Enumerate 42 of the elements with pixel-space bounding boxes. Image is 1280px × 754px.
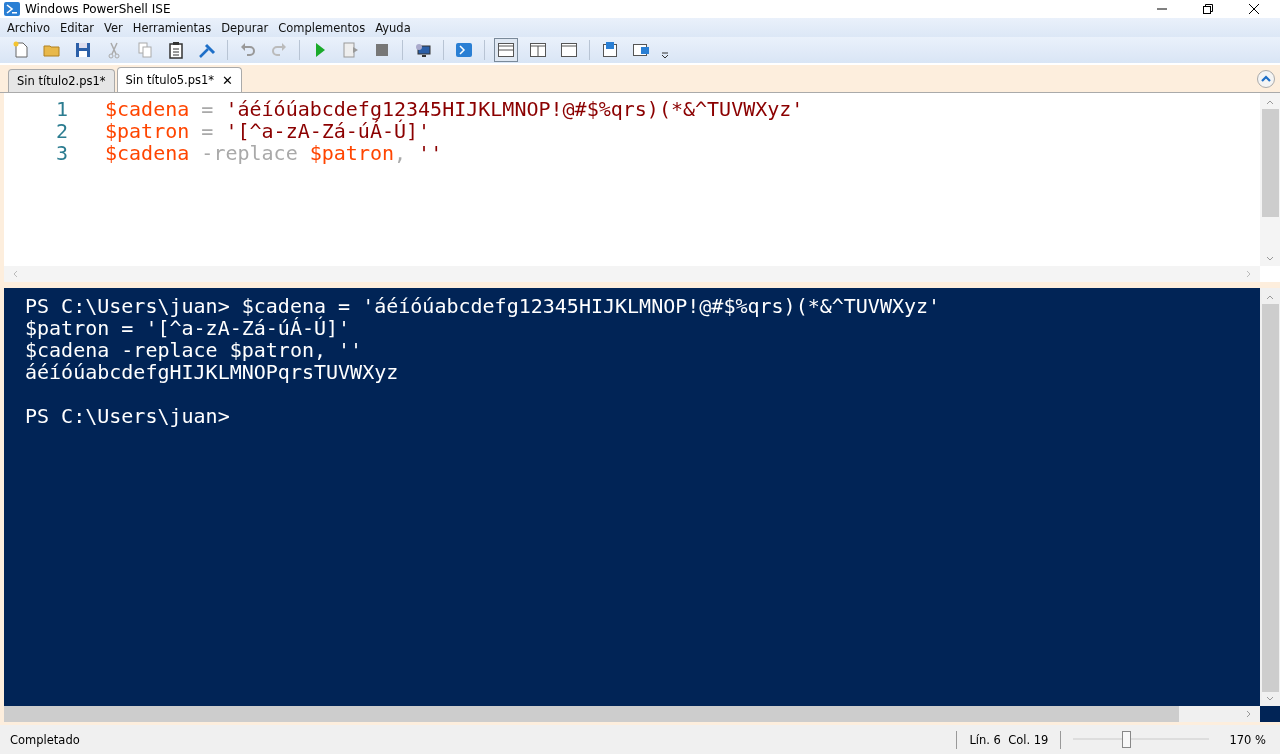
- console-pane[interactable]: PS C:\Users\juan> $cadena = 'áéíóúabcdefg12345HIJKLMNOP!@#$%qrs)(*&^TUVWXyz' $patron = '[^a-zA-Zá-úÁ-Ú]' $cadena -replace $patron, '' áéíóúabcdefgHIJKLMNOPqrsTUVWXyz PS C:\Users\juan>: [0, 288, 1280, 722]
- restore-icon[interactable]: [1202, 3, 1214, 15]
- code-line: $cadena -replace $patron, '': [105, 142, 443, 164]
- cursor-position: Lín. 6 Col. 19: [969, 732, 1049, 747]
- console-line: $cadena -replace $patron, '': [25, 338, 363, 362]
- close-tab-icon[interactable]: ✕: [222, 72, 233, 88]
- collapse-icon[interactable]: [1256, 69, 1276, 89]
- scroll-up-icon[interactable]: [1266, 99, 1274, 105]
- console-prompt: PS C:\Users\juan>: [25, 404, 230, 428]
- code-line: $patron = '[^a-zA-Zá-úÁ-Ú]': [105, 120, 431, 142]
- menu-item[interactable]: Complementos: [278, 20, 366, 35]
- line-number: 1: [54, 98, 68, 120]
- layout-top-icon[interactable]: [494, 38, 518, 62]
- scroll-right-icon[interactable]: [1246, 270, 1252, 278]
- line-number: 3: [54, 142, 68, 164]
- menu-item[interactable]: Editar: [60, 20, 95, 35]
- vertical-scrollbar[interactable]: [1260, 93, 1280, 266]
- zoom-percent: 170 %: [1229, 732, 1266, 747]
- code-line: $cadena = 'áéíóúabcdefg12345HIJKLMNOP!@#$%qrs)(*&^TUVWXyz': [105, 98, 804, 120]
- script-tab[interactable]: Sin título5.ps1* ✕: [116, 67, 242, 92]
- menu-item[interactable]: Herramientas: [132, 20, 212, 35]
- status-text: Completado: [10, 732, 80, 747]
- scroll-down-icon[interactable]: [1266, 696, 1274, 702]
- close-icon[interactable]: [1248, 3, 1260, 15]
- scroll-left-icon[interactable]: [12, 270, 18, 278]
- scroll-up-icon[interactable]: [1266, 294, 1274, 300]
- menu-item[interactable]: Ayuda: [375, 20, 411, 35]
- window-title: Windows PowerShell ISE: [25, 2, 171, 16]
- console-line: $patron = '[^a-zA-Zá-úÁ-Ú]': [25, 316, 351, 340]
- scroll-thumb[interactable]: [1261, 109, 1279, 217]
- scroll-thumb[interactable]: [1261, 304, 1279, 692]
- slider-thumb[interactable]: [1122, 731, 1132, 748]
- menu-item[interactable]: Ver: [104, 20, 123, 35]
- vertical-scrollbar[interactable]: [1260, 288, 1280, 706]
- script-tab[interactable]: Sin título2.ps1*: [8, 69, 115, 92]
- scroll-right-icon[interactable]: [1246, 710, 1252, 718]
- menu-item[interactable]: Depurar: [221, 20, 269, 35]
- line-number: 2: [54, 120, 68, 142]
- menu-item[interactable]: Archivo: [7, 20, 50, 35]
- horizontal-scrollbar[interactable]: [4, 266, 1260, 282]
- scroll-down-icon[interactable]: [1266, 256, 1274, 262]
- console-line: áéíóúabcdefgHIJKLMNOPqrsTUVWXyz: [25, 360, 399, 384]
